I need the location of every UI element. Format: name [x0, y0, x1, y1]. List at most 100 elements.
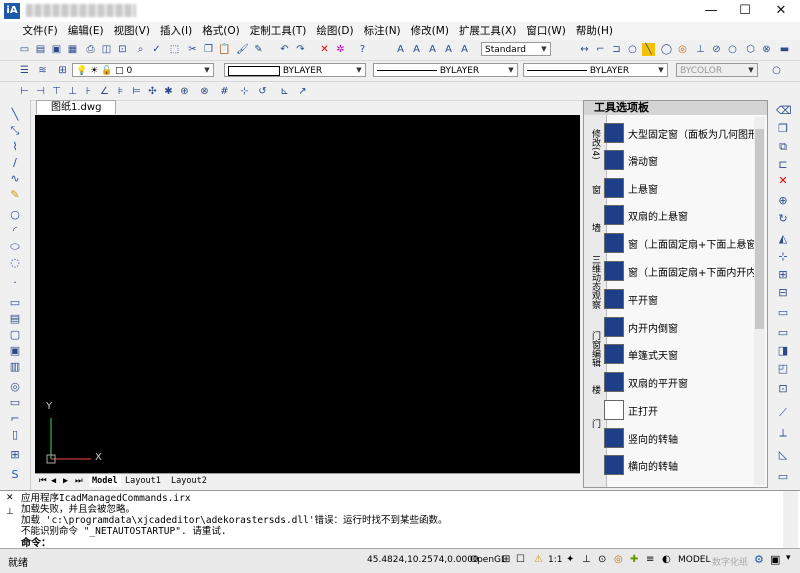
hatch-icon[interactable]: ▤ [8, 312, 22, 326]
table-icon[interactable]: ▣ [8, 344, 22, 358]
dim-diameter-icon[interactable]: ⊦ [82, 85, 95, 98]
publish-icon[interactable]: ⊡ [116, 43, 129, 56]
extend-icon[interactable]: ⊟ [776, 286, 790, 300]
ortho-icon[interactable]: ⊥ [582, 554, 591, 565]
menu-draw[interactable]: 绘图(D) [311, 22, 358, 40]
new-icon[interactable]: ▭ [18, 43, 31, 56]
circle-icon[interactable]: ○ [770, 64, 783, 77]
break-icon[interactable]: ▭ [776, 306, 790, 320]
palette-tab-wall[interactable]: 墙 [588, 223, 602, 232]
block-icon[interactable]: ⬚ [168, 43, 181, 56]
dim-radius-icon[interactable]: ⊥ [66, 85, 79, 98]
undo-icon[interactable]: ↶ [278, 43, 291, 56]
help-icon[interactable]: ? [356, 43, 369, 56]
lineweight-icon[interactable]: ≡ [646, 554, 654, 565]
palette-item[interactable]: 上悬窗 [604, 176, 744, 200]
spell-icon[interactable]: ✓ [150, 43, 163, 56]
status-opengl[interactable]: OpenGL [470, 555, 506, 565]
color-select[interactable]: BYLAYER ▼ [224, 63, 366, 77]
circle-icon[interactable]: ○ [626, 43, 639, 56]
polyline-icon[interactable]: ⌇ [8, 140, 22, 154]
settings-gear-icon[interactable]: ⚙ [754, 553, 764, 566]
arc-icon[interactable]: ◜ [8, 224, 22, 238]
dim-space-icon[interactable]: ↗ [296, 85, 309, 98]
menu-edit[interactable]: 编辑(E) [63, 22, 109, 40]
dim-style-icon[interactable]: # [218, 85, 231, 98]
layer-select[interactable]: 💡 ☀ 🔓 □ 0 ▼ [72, 63, 214, 77]
last-layout-icon[interactable]: ⏭ [75, 475, 83, 487]
prev-layout-icon[interactable]: ◀ [51, 475, 56, 487]
status-model[interactable]: MODEL [678, 555, 710, 565]
dim-style-manager-icon[interactable]: ⊾ [278, 85, 291, 98]
menu-window[interactable]: 窗口(W) [521, 22, 571, 40]
construction-line-icon[interactable]: ⤡ [8, 124, 22, 138]
properties-icon[interactable]: ▭ [776, 470, 790, 484]
next-layout-icon[interactable]: ▶ [63, 475, 68, 487]
save-icon[interactable]: ▣ [50, 43, 63, 56]
palette-item[interactable]: 双扇的上悬窗 [604, 203, 744, 227]
dim-leader-icon[interactable]: ✱ [162, 85, 175, 98]
trim-icon[interactable]: ⊞ [776, 268, 790, 282]
print-icon[interactable]: ⎙ [84, 43, 97, 56]
layer-manager-icon[interactable]: ☰ [18, 64, 31, 77]
copy-icon[interactable]: ❐ [202, 43, 215, 56]
tab-layout1[interactable]: Layout1 [125, 475, 161, 487]
menu-format[interactable]: 格式(O) [197, 22, 244, 40]
palette-tab-window[interactable]: 窗 [588, 185, 602, 194]
close-button[interactable]: ✕ [764, 0, 798, 22]
erase-icon[interactable]: ✕ [318, 43, 331, 56]
dim-angular-icon[interactable]: ∠ [98, 85, 111, 98]
spline-icon[interactable]: ∿ [8, 172, 22, 186]
layer-state-icon[interactable]: ≋ [36, 64, 49, 77]
palette-item[interactable]: 单篷式天窗 [604, 342, 744, 366]
revision-cloud-icon[interactable]: ◎ [8, 380, 22, 394]
palette-item[interactable]: 大型固定窗（面板为几何图形） [604, 121, 768, 145]
stretch-icon[interactable]: ⊹ [776, 250, 790, 264]
menu-help[interactable]: 帮助(H) [571, 22, 618, 40]
text-style-icon[interactable]: A [426, 43, 439, 56]
menu-view[interactable]: 视图(V) [109, 22, 155, 40]
dim-linear-icon[interactable]: ⊢ [18, 85, 31, 98]
dim-override-icon[interactable]: ↺ [256, 85, 269, 98]
point-icon[interactable]: ⊥ [694, 43, 707, 56]
cut-icon[interactable]: ✂ [186, 43, 199, 56]
region-icon[interactable]: ▢ [8, 328, 22, 342]
palette-item[interactable]: 滑动窗 [604, 148, 744, 172]
save-as-icon[interactable]: ▦ [66, 43, 79, 56]
menu-insert[interactable]: 插入(I) [155, 22, 197, 40]
menu-custom-tools[interactable]: 定制工具(T) [245, 22, 312, 40]
polyline-icon[interactable]: ⊐ [610, 43, 623, 56]
chamfer-icon[interactable]: ◨ [776, 344, 790, 358]
array-icon[interactable]: ⟋ [776, 406, 790, 420]
menu-file[interactable]: 文件(F) [18, 22, 63, 40]
bug-icon[interactable]: ✲ [334, 43, 347, 56]
menu-extensions[interactable]: 扩展工具(X) [454, 22, 521, 40]
mtext-icon[interactable]: ⌐ [8, 412, 22, 426]
annotation-icon[interactable]: ⚠ [534, 554, 543, 565]
close-icon[interactable]: ✕ [6, 493, 14, 503]
donut-icon[interactable]: ◌ [8, 256, 22, 270]
copy-icon[interactable]: ❐ [776, 122, 790, 136]
text-justify-icon[interactable]: A [458, 43, 471, 56]
delete-icon[interactable]: ✕ [776, 174, 790, 188]
block-icon[interactable]: ▯ [8, 428, 22, 442]
app-icon[interactable]: iA [4, 3, 20, 19]
palette-item[interactable]: 横向的转轴 [604, 453, 744, 477]
ray-icon[interactable]: ⌐ [594, 43, 607, 56]
explode-icon[interactable]: ⊡ [776, 382, 790, 396]
target-icon[interactable]: ◎ [676, 43, 689, 56]
palette-item[interactable]: 竖向的转轴 [604, 426, 744, 450]
dim-ordinate-icon[interactable]: ⊤ [50, 85, 63, 98]
menu-modify[interactable]: 修改(M) [406, 22, 454, 40]
lineweight-select[interactable]: BYLAYER ▼ [523, 63, 668, 77]
plotstyle-select[interactable]: BYCOLOR ▼ [676, 63, 758, 77]
command-scrollbar[interactable] [783, 491, 798, 549]
status-menu-icon[interactable]: ▾ [786, 553, 791, 563]
dim-edit-icon[interactable]: ⊗ [198, 85, 211, 98]
find-icon[interactable]: ⌕ [134, 43, 147, 56]
join-icon[interactable]: ▭ [776, 326, 790, 340]
dim-baseline-icon[interactable]: ⊧ [114, 85, 127, 98]
fullscreen-icon[interactable]: ▣ [770, 553, 780, 566]
dim-tolerance-icon[interactable]: ⊕ [178, 85, 191, 98]
rectangle-icon[interactable]: ▭ [8, 296, 22, 310]
